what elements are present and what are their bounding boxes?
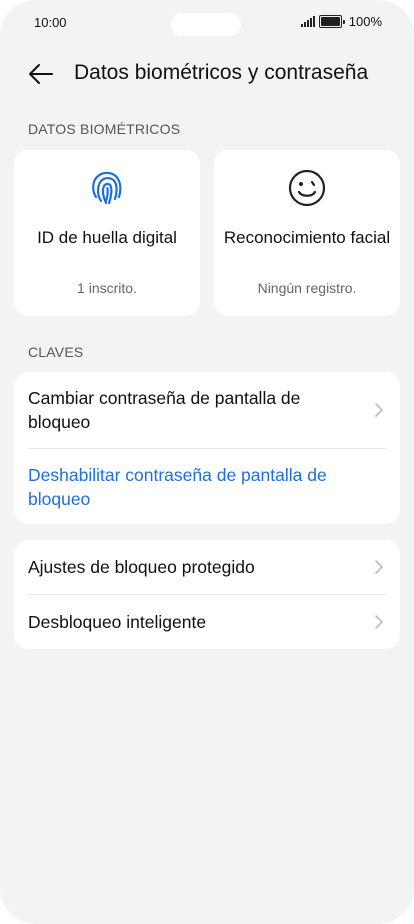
section-label-biometrics: DATOS BIOMÉTRICOS [28,121,181,137]
fingerprint-title: ID de huella digital [37,228,177,247]
section-label-keys: CLAVES [28,344,84,360]
screen: 10:00 100% Datos biométricos y contraseñ… [0,0,414,924]
fingerprint-status: 1 inscrito. [77,280,137,296]
smart-unlock-row[interactable]: Desbloqueo inteligente [14,595,400,649]
signal-icon [300,16,315,27]
chevron-right-icon [375,403,383,417]
face-icon [214,168,400,208]
protected-lock-label: Ajustes de bloqueo protegido [28,557,255,577]
change-password-row[interactable]: Cambiar contraseña de pantalla de bloque… [14,372,400,448]
fingerprint-card[interactable]: ID de huella digital 1 inscrito. [14,150,200,316]
protected-lock-row[interactable]: Ajustes de bloqueo protegido [14,540,400,594]
face-title: Reconocimiento facial [223,228,391,247]
disable-password-row[interactable]: Deshabilitar contraseña de pantalla de b… [14,449,400,524]
change-password-label: Cambiar contraseña de pantalla de bloque… [28,388,301,432]
back-arrow-icon[interactable] [26,60,56,88]
status-time: 10:00 [34,15,67,30]
keys-card: Cambiar contraseña de pantalla de bloque… [14,372,400,524]
status-icons: 100% [300,14,382,29]
lock-settings-card: Ajustes de bloqueo protegido Desbloqueo … [14,540,400,649]
page-title: Datos biométricos y contraseña [74,61,369,84]
fingerprint-icon [14,168,200,208]
camera-cutout [171,13,241,36]
battery-icon [318,15,345,28]
battery-percent: 100% [348,14,382,29]
status-bar: 10:00 100% [0,0,414,46]
face-recognition-card[interactable]: Reconocimiento facial Ningún registro. [214,150,400,316]
smart-unlock-label: Desbloqueo inteligente [28,612,207,632]
face-status: Ningún registro. [257,280,357,296]
chevron-right-icon [375,615,383,629]
chevron-right-icon [375,560,383,574]
disable-password-link: Deshabilitar contraseña de pantalla de b… [28,465,327,509]
app-header: Datos biométricos y contraseña [0,52,414,96]
